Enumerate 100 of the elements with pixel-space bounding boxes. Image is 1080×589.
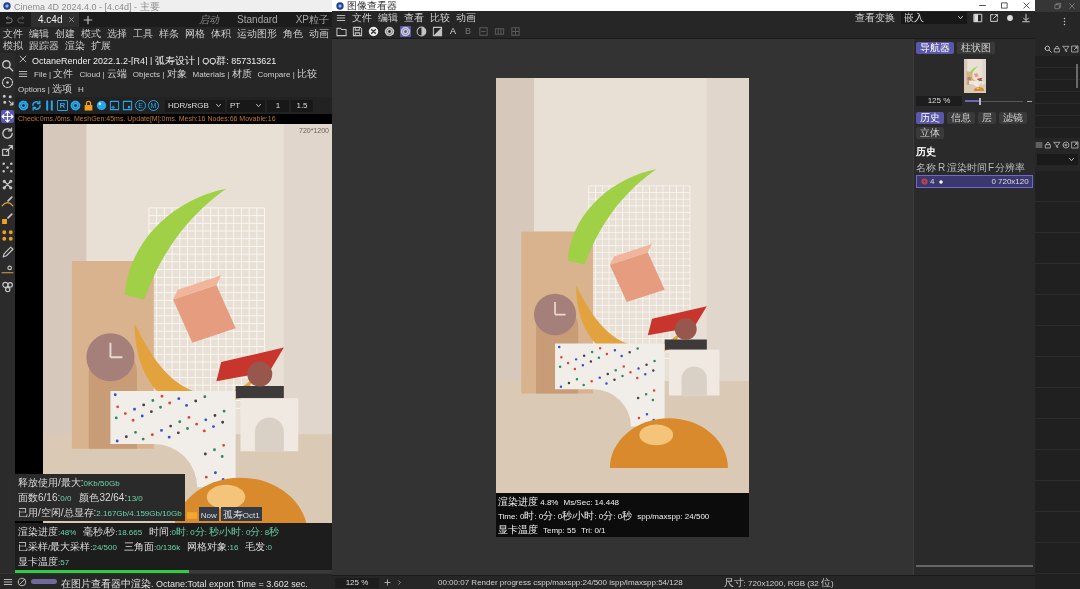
external-link-icon[interactable] [989, 12, 999, 23]
number-field[interactable]: 1.5 [291, 99, 313, 112]
line-tool-icon[interactable] [1, 263, 14, 276]
dot-grid-icon[interactable] [1, 229, 14, 242]
image-icon[interactable] [432, 25, 443, 37]
search-icon[interactable] [1, 59, 14, 72]
folder-icon[interactable] [336, 25, 347, 37]
scrollbar-thumb[interactable] [1076, 64, 1078, 88]
zoom-field[interactable]: 125 % [335, 577, 379, 588]
frame-plus-icon[interactable] [109, 100, 120, 111]
menu-icon[interactable] [336, 12, 346, 23]
menu-item[interactable]: 文件 [3, 28, 23, 40]
layout-tab[interactable]: Standard [237, 14, 278, 25]
plus-icon[interactable] [384, 579, 391, 586]
menu-icon[interactable] [18, 68, 28, 79]
scatter-icon[interactable] [1, 161, 14, 174]
pause-icon[interactable] [44, 100, 55, 111]
rotate-icon[interactable] [1, 127, 14, 140]
filter-icon[interactable] [1053, 141, 1061, 149]
selection-ring-icon[interactable] [1, 76, 14, 89]
scale-icon[interactable] [1, 144, 14, 157]
points-icon[interactable] [1, 93, 14, 106]
view-transform-dropdown[interactable]: 嵌入 [901, 11, 967, 24]
letter-button[interactable]: R [57, 100, 68, 111]
panel-tab[interactable]: 信息 [947, 112, 975, 124]
menu-item[interactable]: 编辑 [29, 28, 49, 40]
panel-tab[interactable]: 导航器 [916, 42, 954, 54]
menu-item[interactable]: Cloud | 云端 [79, 66, 127, 81]
gear-icon[interactable] [384, 25, 395, 37]
menu-icon[interactable] [3, 576, 13, 587]
menu-item[interactable]: File | 文件 [34, 66, 74, 81]
zoom-field[interactable]: 125 % [916, 96, 962, 106]
panel-tab[interactable]: 层 [978, 112, 996, 124]
node-cross-icon[interactable] [1, 178, 14, 191]
save-icon[interactable] [352, 25, 363, 37]
menu-item[interactable]: Objects | 对象 [132, 66, 187, 81]
filter-icon[interactable] [1062, 45, 1070, 53]
menu-item[interactable]: 体积 [211, 28, 231, 40]
add-tab-icon[interactable] [83, 14, 94, 25]
gear-icon[interactable] [18, 100, 29, 111]
menu-item[interactable]: 运动图形 [237, 28, 277, 40]
menu-item[interactable]: Options | 选项 [18, 81, 73, 96]
expand-icon[interactable] [1071, 141, 1079, 149]
menu-item[interactable]: 跟踪器 [29, 40, 59, 52]
menu-item[interactable]: 创建 [55, 28, 75, 40]
number-field[interactable]: 1 [267, 99, 289, 112]
close-icon[interactable] [1022, 1, 1031, 10]
menu-item[interactable]: 网格 [185, 28, 205, 40]
menu-item[interactable]: 渲染 [65, 40, 85, 52]
target-icon[interactable] [1062, 141, 1070, 149]
refresh-icon[interactable] [31, 100, 42, 111]
menu-item[interactable]: 文件 [352, 10, 372, 25]
menu-item[interactable]: Compare | 比较 [257, 66, 317, 81]
restore-icon[interactable] [1054, 2, 1062, 10]
square-pen-icon[interactable] [1, 212, 14, 225]
expand-icon[interactable] [1071, 45, 1079, 53]
history-row[interactable]: 4 0 720x120 [916, 175, 1033, 188]
menu-item[interactable]: 编辑 [378, 10, 398, 25]
menu-item[interactable]: Materials | 材质 [192, 66, 252, 81]
scrollbar[interactable] [916, 565, 1033, 567]
panel-tab[interactable]: 柱状图 [957, 42, 995, 54]
search-icon[interactable] [1044, 45, 1052, 53]
move-icon[interactable] [1, 110, 14, 123]
layout-tab[interactable]: 启动 [199, 12, 220, 27]
menu-item[interactable]: H [78, 81, 84, 96]
split-view-icon[interactable] [973, 12, 983, 23]
gear-icon[interactable] [70, 100, 81, 111]
lock-icon[interactable] [1053, 45, 1061, 53]
curve-brush-icon[interactable] [1, 195, 14, 208]
stop-icon[interactable] [368, 25, 379, 37]
dropdown[interactable]: HDR/sRGB [165, 99, 225, 112]
caret-right-icon[interactable] [396, 579, 403, 586]
download-icon[interactable] [1021, 12, 1031, 23]
menu-item[interactable]: 模拟 [3, 40, 23, 52]
zoom-slider-fill[interactable] [965, 97, 981, 105]
pencil-icon[interactable] [1, 246, 14, 259]
frame-icon[interactable] [122, 100, 133, 111]
panel-tab[interactable]: 立体 [916, 127, 944, 139]
gear-icon[interactable] [400, 25, 411, 37]
menu-item[interactable]: 角色 [283, 28, 303, 40]
menu-item[interactable]: 选择 [107, 28, 127, 40]
menu-item[interactable]: 样条 [159, 28, 179, 40]
lock-icon[interactable] [83, 100, 94, 111]
spheres-icon[interactable] [1, 280, 14, 293]
menu-item[interactable]: 动画 [456, 10, 476, 25]
menu-item[interactable]: 查看 [404, 10, 424, 25]
document-tab[interactable]: 4.c4d [31, 12, 80, 27]
panel-tab[interactable]: 历史 [916, 112, 944, 124]
layout-tab[interactable]: XP粒子 [295, 12, 329, 27]
toolbar-button[interactable]: A [448, 26, 458, 36]
maximize-icon[interactable] [1000, 1, 1009, 10]
thumbnail-drawing[interactable] [963, 59, 986, 93]
menu-item[interactable]: 比较 [430, 10, 450, 25]
menu-item[interactable]: 动画 [309, 28, 329, 40]
panel-tab[interactable]: 滤镜 [999, 112, 1027, 124]
dropdown[interactable]: PT [227, 99, 265, 112]
lock-icon[interactable] [1044, 141, 1052, 149]
menu-item[interactable]: 工具 [133, 28, 153, 40]
undo-icon[interactable] [3, 14, 13, 25]
menu-item[interactable]: 扩展 [91, 40, 111, 52]
